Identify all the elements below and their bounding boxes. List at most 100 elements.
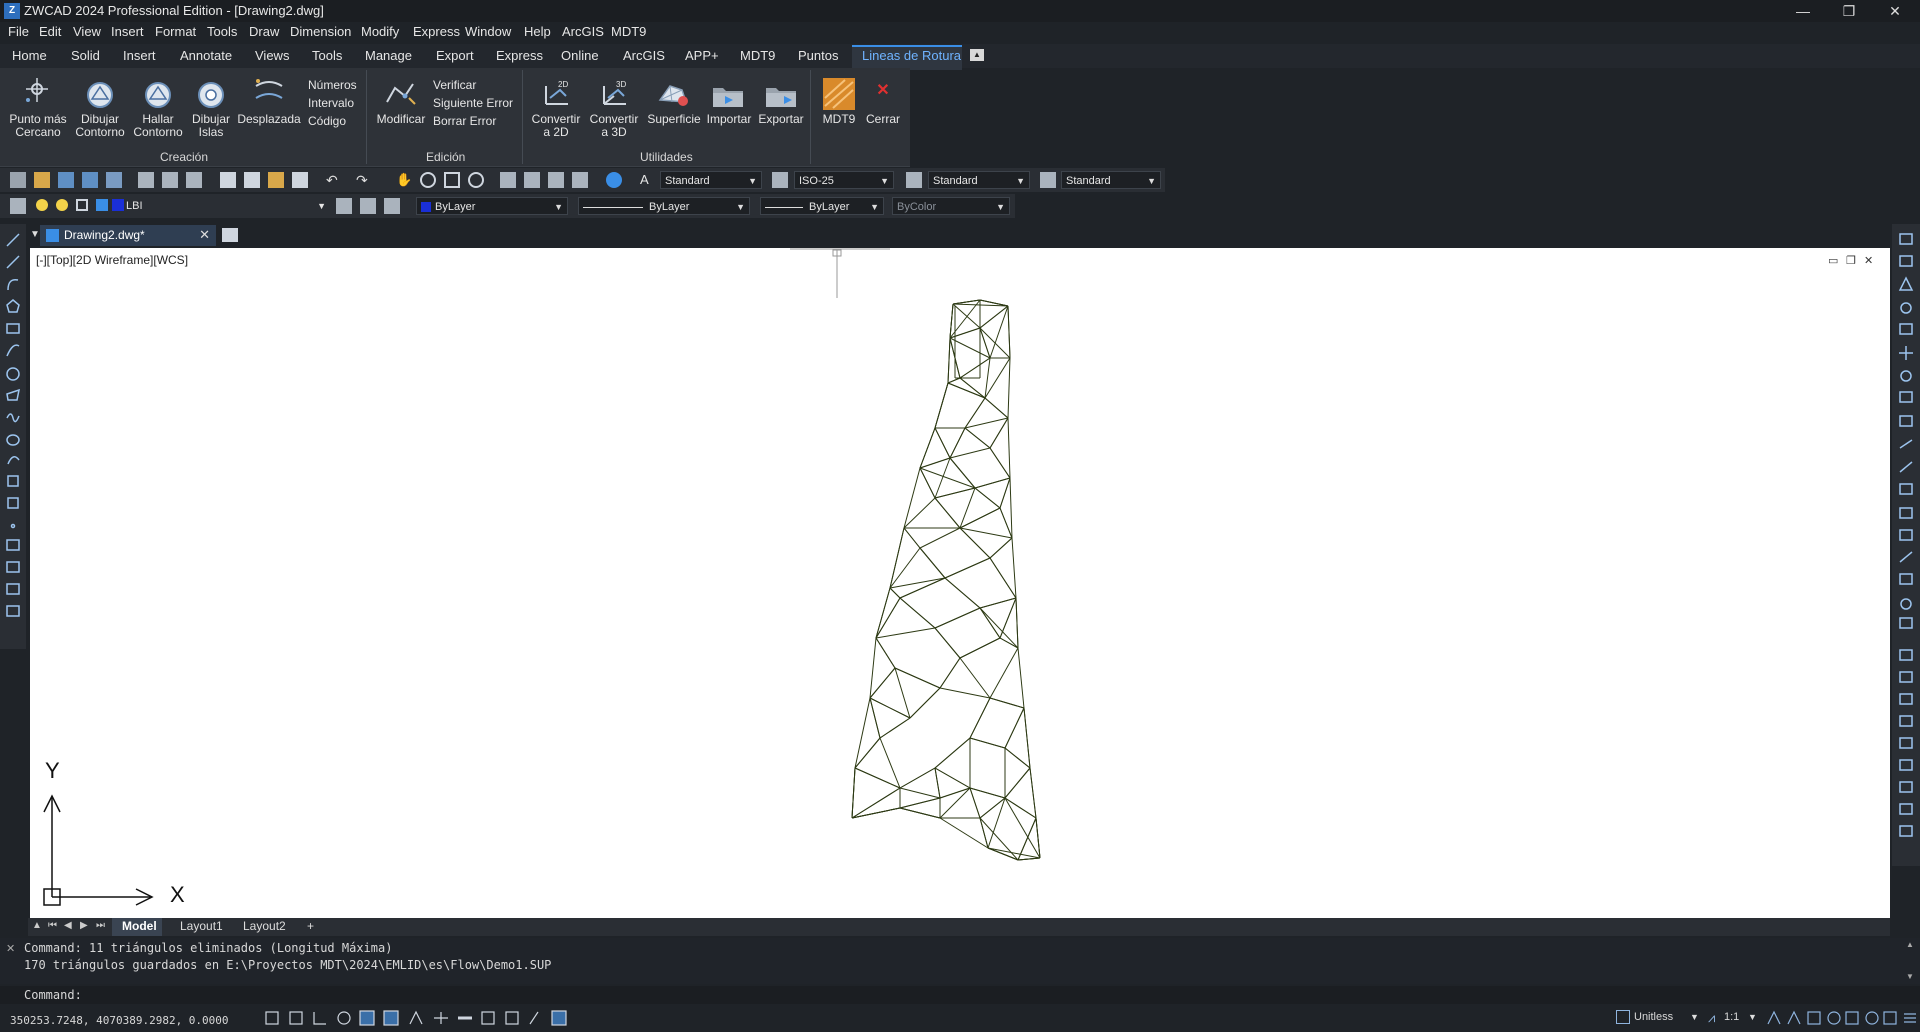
layer-select[interactable]: LBI ▼ (126, 197, 326, 215)
draw-islands-button[interactable]: Dibujar Islas (184, 113, 238, 139)
layer-manager-icon[interactable] (10, 198, 26, 214)
tab-online[interactable]: Online (561, 48, 599, 63)
tab-express[interactable]: Express (496, 48, 543, 63)
menu-dimension[interactable]: Dimension (290, 24, 351, 39)
offset-button[interactable]: Desplazada (236, 113, 302, 126)
menu-file[interactable]: File (8, 24, 29, 39)
mdt9-button[interactable]: MDT9 (814, 113, 864, 126)
tab-model[interactable]: Model (122, 919, 157, 933)
import-button[interactable]: Importar (700, 113, 758, 126)
plot-preview-icon[interactable] (162, 172, 178, 188)
tab-add-layout[interactable]: + (307, 919, 314, 933)
tab-app-plus[interactable]: APP+ (685, 48, 719, 63)
layer-previous-icon[interactable] (360, 198, 376, 214)
paste-icon[interactable] (268, 172, 284, 188)
scroll-up-icon[interactable]: ▲ (1906, 940, 1914, 949)
command-input[interactable]: Command: (0, 986, 1920, 1004)
save-icon[interactable] (58, 172, 74, 188)
borrar-error-item[interactable]: Borrar Error (433, 114, 496, 128)
close-button[interactable]: ✕ (1872, 0, 1918, 22)
tab-annotate[interactable]: Annotate (180, 48, 232, 63)
zoom-previous-icon[interactable] (468, 172, 484, 188)
document-tab[interactable]: Drawing2.dwg* ✕ (40, 225, 216, 246)
tab-arcgis[interactable]: ArcGIS (623, 48, 665, 63)
viewport-restore-icon[interactable]: ❐ (1846, 254, 1856, 267)
viewport-minimize-icon[interactable]: ▭ (1828, 254, 1838, 267)
draw-contour-button[interactable]: Dibujar Contorno (70, 113, 130, 139)
new-tab-icon[interactable] (222, 228, 238, 242)
viewport-close-icon[interactable]: ✕ (1864, 254, 1873, 267)
scroll-down-icon[interactable]: ▼ (1906, 972, 1914, 981)
tab-home[interactable]: Home (12, 48, 47, 63)
tab-puntos[interactable]: Puntos (798, 48, 838, 63)
menu-edit[interactable]: Edit (39, 24, 61, 39)
design-center-icon[interactable] (524, 172, 540, 188)
menu-window[interactable]: Window (465, 24, 511, 39)
chevron-down-icon[interactable]: ▼ (1748, 1012, 1757, 1022)
tab-manage[interactable]: Manage (365, 48, 412, 63)
sheet-set-icon[interactable] (572, 172, 588, 188)
print-icon[interactable] (138, 172, 154, 188)
minimize-button[interactable]: — (1780, 0, 1826, 22)
menu-modify[interactable]: Modify (361, 24, 399, 39)
mleader-style-select[interactable]: Standard ▼ (1061, 171, 1161, 189)
chevron-down-icon[interactable]: ▼ (1690, 1012, 1699, 1022)
status-tray[interactable] (1766, 1009, 1916, 1027)
menu-help[interactable]: Help (524, 24, 551, 39)
copy-icon[interactable] (244, 172, 260, 188)
zoom-window-icon[interactable] (444, 172, 460, 188)
tab-menu-icon[interactable]: ▼ (30, 229, 40, 240)
close-command-icon[interactable]: ✕ (6, 942, 15, 955)
plotstyle-select[interactable]: ByColor ▼ (892, 197, 1010, 215)
restore-button[interactable]: ❐ (1826, 0, 1872, 22)
tab-last-icon[interactable]: ⏭ (96, 920, 105, 931)
tab-insert[interactable]: Insert (123, 48, 156, 63)
surface-button[interactable]: Superficie (644, 113, 704, 126)
tab-tools[interactable]: Tools (312, 48, 342, 63)
save-as-icon[interactable] (82, 172, 98, 188)
sun-icon[interactable] (56, 199, 68, 211)
make-current-icon[interactable] (336, 198, 352, 214)
pan-icon[interactable]: ✋ (396, 172, 412, 188)
zoom-realtime-icon[interactable] (420, 172, 436, 188)
viewport-controls-label[interactable]: [-][Top][2D Wireframe][WCS] (36, 253, 188, 267)
tab-next-icon[interactable]: ▶ (80, 920, 88, 931)
tab-mdt9[interactable]: MDT9 (740, 48, 775, 63)
siguiente-error-item[interactable]: Siguiente Error (433, 96, 513, 110)
tab-views[interactable]: Views (255, 48, 289, 63)
menu-view[interactable]: View (73, 24, 101, 39)
match-properties-icon[interactable] (292, 172, 308, 188)
linetype-select[interactable]: ByLayer ▼ (578, 197, 750, 215)
codigo-item[interactable]: Código (308, 114, 346, 128)
text-style-select[interactable]: Standard ▼ (660, 171, 762, 189)
cut-icon[interactable] (220, 172, 236, 188)
menu-mdt9[interactable]: MDT9 (611, 24, 646, 39)
open-folder-icon[interactable] (34, 172, 50, 188)
menu-express[interactable]: Express (413, 24, 460, 39)
numeros-item[interactable]: Números (308, 78, 357, 92)
layer-state-icon[interactable] (384, 198, 400, 214)
find-contour-button[interactable]: Hallar Contorno (128, 113, 188, 139)
tool-palettes-icon[interactable] (548, 172, 564, 188)
lock-icon[interactable] (76, 199, 88, 211)
verificar-item[interactable]: Verificar (433, 78, 476, 92)
tab-prev-icon[interactable]: ◀ (64, 920, 72, 931)
help-icon[interactable] (606, 172, 622, 188)
ribbon-minimize-icon[interactable]: ▲ (970, 49, 984, 61)
bulb-icon[interactable] (36, 199, 48, 211)
tab-solid[interactable]: Solid (71, 48, 100, 63)
export-button[interactable]: Exportar (752, 113, 810, 126)
tab-layout2[interactable]: Layout2 (243, 919, 286, 933)
color-select[interactable]: ByLayer ▼ (416, 197, 568, 215)
convert-3d-button[interactable]: Convertir a 3D (586, 113, 642, 139)
menu-format[interactable]: Format (155, 24, 196, 39)
intervalo-item[interactable]: Intervalo (308, 96, 354, 110)
scroll-first-icon[interactable]: ▲ (32, 920, 42, 931)
publish-icon[interactable] (106, 172, 122, 188)
nearest-point-button[interactable]: Punto más Cercano (2, 113, 74, 139)
annotation-scale-select[interactable]: 1:1 (1724, 1011, 1739, 1023)
tab-first-icon[interactable]: ⏮ (48, 920, 57, 931)
new-file-icon[interactable] (10, 172, 26, 188)
menu-tools[interactable]: Tools (207, 24, 237, 39)
tab-export[interactable]: Export (436, 48, 474, 63)
